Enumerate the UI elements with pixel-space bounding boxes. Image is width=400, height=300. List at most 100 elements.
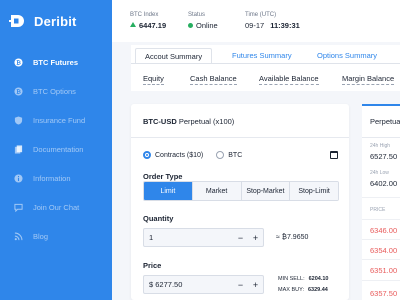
status-label: Status [188,12,206,18]
sidebar-item-label: Blog [33,232,49,241]
bitcoin-icon: ₿ [14,87,23,96]
panel-accent-bar [362,104,400,106]
price-decrement-button[interactable]: − [233,276,248,293]
arrow-up-icon [130,22,136,27]
sidebar-item-documentation[interactable]: Documentation [0,135,112,164]
btc-index-stat: BTC Index 6447.19 [130,12,166,30]
instrument-suffix: Perpetual (x100) [178,117,235,126]
price-stepper[interactable]: $ 6277.50 − + [143,275,264,294]
sidebar-item-label: BTC Futures [33,58,78,67]
radio-btc[interactable] [216,151,225,159]
quantity-increment-button[interactable]: + [248,229,263,246]
stats-bar: BTC Index 6447.19 Status Online Time (UT… [112,0,400,42]
sidebar-item-label: Information [33,174,71,183]
order-type-selector: Limit Market Stop-Market Stop-Limit [143,181,339,201]
high-label: 24h High [370,143,391,149]
order-type-stop-limit[interactable]: Stop-Limit [290,182,338,200]
svg-text:₿: ₿ [16,60,21,67]
tab-futures-summary[interactable]: Futures Summary [232,48,292,64]
metric-available-balance[interactable]: Available Balance [259,74,319,85]
sidebar-item-information[interactable]: Information [0,164,112,193]
sidebar-nav: ₿ BTC Futures ₿ BTC Options Insurance Fu… [0,48,112,251]
quantity-decrement-button[interactable]: − [233,229,248,246]
min-sell-label: MIN SELL: [278,276,305,282]
divider [362,197,400,198]
summary-tabs: Accout Summary Futures Summary Options S… [131,48,400,64]
status-online-icon [188,23,193,28]
radio-btc-label[interactable]: BTC [228,152,242,159]
chat-icon [14,203,23,212]
max-buy: MAX BUY: 6329.44 [278,287,328,293]
divider [362,219,400,220]
low-label: 24h Low [370,170,389,176]
sidebar-item-label: Documentation [33,145,84,154]
unit-radio-group: Contracts ($10) BTC [143,151,242,159]
metric-equity[interactable]: Equity [143,74,164,85]
btc-index-value: 6447.19 [139,21,167,30]
radio-contracts[interactable] [143,151,151,159]
min-sell-value: 6204.10 [308,276,329,282]
order-type-market[interactable]: Market [192,182,242,200]
divider [362,239,400,240]
account-summary-panel: Accout Summary Futures Summary Options S… [131,45,400,91]
sidebar-item-label: Join Our Chat [33,203,80,212]
min-sell: MIN SELL: 6204.10 [278,276,328,282]
quantity-label: Quantity [143,214,174,223]
price-column-header: PRICE [370,207,386,213]
sidebar-item-label: BTC Options [33,87,76,96]
sidebar-item-join-our-chat[interactable]: Join Our Chat [0,193,112,222]
time-stat: Time (UTC) 09-17 11:39:31 [245,12,300,30]
sidebar-item-blog[interactable]: Blog [0,222,112,251]
brand-name: Deribit [34,13,77,29]
ask-price[interactable]: 6357.50 [370,289,397,298]
ask-price[interactable]: 6346.00 [370,226,397,235]
deribit-logo-icon [9,13,25,29]
divider [362,259,400,260]
perpetual-info-panel: Perpetual 24h High 6527.50 24h Low 6402.… [362,104,400,300]
order-type-stop-market[interactable]: Stop-Market [241,182,291,200]
instrument-name: BTC-USD [143,117,177,126]
sidebar: Deribit ₿ BTC Futures ₿ BTC Options Insu… [0,0,112,300]
price-input[interactable]: $ 6277.50 [149,280,233,289]
shield-icon [14,116,23,125]
sidebar-item-btc-options[interactable]: ₿ BTC Options [0,77,112,106]
tab-options-summary[interactable]: Options Summary [317,48,377,64]
ask-price[interactable]: 6351.00 [370,266,397,275]
svg-text:₿: ₿ [16,89,21,96]
tab-divider [131,63,400,64]
btc-index-label: BTC Index [130,12,159,18]
instrument-title: BTC-USD Perpetual (x100) [143,117,234,126]
metric-cash-balance[interactable]: Cash Balance [190,74,237,85]
radio-contracts-label[interactable]: Contracts ($10) [155,152,203,159]
sidebar-item-insurance-fund[interactable]: Insurance Fund [0,106,112,135]
price-increment-button[interactable]: + [248,276,263,293]
time-clock: 11:39:31 [270,21,300,30]
status-stat: Status Online [188,12,218,30]
order-type-limit[interactable]: Limit [144,182,193,200]
logo[interactable]: Deribit [9,13,77,29]
low-value: 6402.00 [370,179,398,188]
ask-price[interactable]: 6354.00 [370,246,397,255]
sidebar-item-btc-futures[interactable]: ₿ BTC Futures [0,48,112,77]
bitcoin-icon: ₿ [14,58,23,67]
quantity-stepper[interactable]: 1 − + [143,228,264,247]
quantity-btc-equivalent: ≈ ₿7.9650 [276,234,309,241]
status-value: Online [196,21,218,30]
tab-account-summary[interactable]: Accout Summary [135,48,213,64]
time-label: Time (UTC) [245,12,277,18]
calendar-icon[interactable] [330,151,338,159]
perpetual-title: Perpetual [370,117,400,126]
quantity-input[interactable]: 1 [149,233,233,242]
order-type-label: Order Type [143,172,183,181]
sidebar-item-label: Insurance Fund [33,116,86,125]
divider [131,137,349,138]
divider [362,137,400,138]
rss-icon [14,232,23,241]
document-icon [14,145,23,154]
price-label: Price [143,261,162,270]
max-buy-label: MAX BUY: [278,287,304,293]
metric-margin-balance[interactable]: Margin Balance [342,74,395,85]
max-buy-value: 6329.44 [307,287,328,293]
divider [362,280,400,281]
order-panel: BTC-USD Perpetual (x100) Contracts ($10)… [131,104,349,300]
